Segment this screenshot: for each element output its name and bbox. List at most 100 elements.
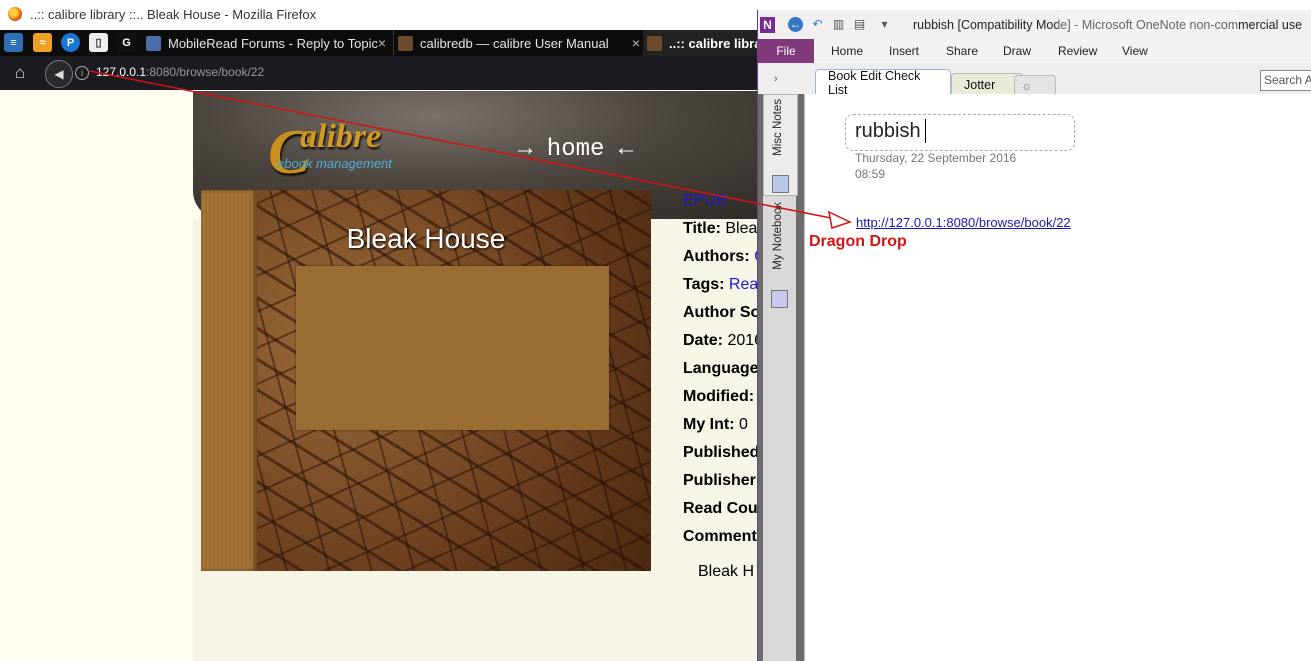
pinned-tab-rss[interactable]: ≈ bbox=[33, 33, 52, 52]
expand-navigation-icon[interactable]: › bbox=[774, 73, 778, 85]
notebook-icon bbox=[772, 175, 789, 193]
ribbon-tab-view[interactable]: View bbox=[1122, 44, 1148, 58]
back-button[interactable]: ◀ bbox=[45, 60, 73, 88]
onenote-logo-icon: N bbox=[760, 17, 775, 33]
pinned-tab-g[interactable]: G bbox=[117, 33, 136, 52]
tab-mobileread[interactable]: MobileRead Forums - Reply to Topic × bbox=[144, 30, 392, 56]
new-section-icon[interactable]: ☼ bbox=[1014, 75, 1056, 95]
format-link[interactable]: EPUB bbox=[683, 192, 766, 220]
page-icon[interactable]: ▤ bbox=[852, 17, 867, 32]
tab-calibredb[interactable]: calibredb — calibre User Manual × bbox=[393, 30, 646, 56]
note-page[interactable]: rubbish Thursday, 22 September 2016 08:5… bbox=[804, 94, 1311, 661]
metadata-label: Publisher bbox=[683, 472, 756, 489]
metadata-value[interactable]: Rea bbox=[724, 276, 758, 293]
metadata-label: Date: bbox=[683, 332, 724, 349]
metadata-row: Title: Blea bbox=[683, 220, 766, 248]
metadata-label: Title: bbox=[683, 220, 721, 237]
metadata-label: Comment bbox=[683, 528, 757, 545]
undo-icon[interactable]: ↶ bbox=[810, 17, 825, 32]
cover-label-plate bbox=[296, 266, 609, 430]
ribbon-tab-home[interactable]: Home bbox=[831, 44, 863, 58]
metadata-row: My Int: 0 bbox=[683, 416, 766, 444]
section-tab-book-edit[interactable]: Book Edit Check List bbox=[815, 68, 951, 97]
notebook-my-notebook[interactable]: My Notebook bbox=[772, 202, 784, 270]
close-tab-icon[interactable]: × bbox=[632, 35, 640, 51]
page-time: 08:59 bbox=[855, 167, 886, 181]
calibre-logo-subtitle: ebook management bbox=[277, 156, 392, 171]
metadata-label: Tags: bbox=[683, 276, 725, 293]
close-tab-icon[interactable]: × bbox=[378, 35, 386, 51]
metadata-value: 0 bbox=[734, 416, 748, 433]
calibre-favicon-icon bbox=[647, 35, 662, 51]
onenote-titlebar: N ← ↶ ▥ ▤ ▾ rubbish [Compatibility Mode]… bbox=[758, 10, 1311, 39]
metadata-row: Date: 2016 bbox=[683, 332, 766, 360]
p-icon: P bbox=[66, 36, 75, 49]
metadata-row: Modified: bbox=[683, 388, 766, 416]
mobileread-favicon-icon bbox=[146, 35, 161, 51]
url-host: 127.0.0.1 bbox=[96, 65, 147, 79]
dragon-drop-label: Dragon Drop bbox=[809, 233, 907, 250]
book-cover[interactable]: Bleak House bbox=[201, 190, 651, 571]
ribbon-tabs: File Home Insert Share Draw Review View bbox=[758, 39, 1311, 64]
metadata-row: Read Cou bbox=[683, 500, 766, 528]
new-section-glyph: ☼ bbox=[1021, 78, 1033, 93]
ribbon-tab-share[interactable]: Share bbox=[946, 44, 978, 58]
g-icon: G bbox=[122, 36, 131, 49]
metadata-label: Published bbox=[683, 444, 760, 461]
url-bar[interactable]: 127.0.0.1:8080/browse/book/22 bbox=[96, 65, 264, 79]
ribbon-tab-draw[interactable]: Draw bbox=[1003, 44, 1031, 58]
book-metadata: EPUB Title: BleaAuthors: CTags: ReaAutho… bbox=[683, 192, 766, 556]
metadata-label: Authors: bbox=[683, 248, 750, 265]
section-tab-bar: › Book Edit Check List Jotter ☼ Search A… bbox=[758, 63, 1311, 97]
onenote-window: N ← ↶ ▥ ▤ ▾ rubbish [Compatibility Mode]… bbox=[757, 10, 1311, 661]
back-icon[interactable]: ← bbox=[788, 17, 803, 32]
firefox-logo-icon bbox=[8, 7, 22, 21]
url-path: :8080/browse/book/22 bbox=[146, 65, 265, 79]
section-tab-jotter[interactable]: Jotter bbox=[951, 73, 1023, 95]
notebook-misc-notes[interactable]: Misc Notes bbox=[763, 94, 798, 196]
firefox-nav-bar: ⌂ ◀ i 127.0.0.1:8080/browse/book/22 bbox=[0, 56, 760, 91]
metadata-label: Modified: bbox=[683, 388, 755, 405]
firefox-window-title: ..:: calibre library ::.. Bleak House - … bbox=[30, 7, 317, 22]
text-caret bbox=[925, 119, 926, 143]
home-link[interactable]: → home ← bbox=[518, 136, 633, 163]
tab-label: MobileRead Forums - Reply to Topic bbox=[168, 35, 379, 51]
page-title[interactable]: rubbish bbox=[855, 120, 921, 143]
rss-icon: ≈ bbox=[39, 36, 46, 49]
firefox-titlebar: ..:: calibre library ::.. Bleak House - … bbox=[0, 0, 760, 30]
note-hyperlink[interactable]: http://127.0.0.1:8080/browse/book/22 bbox=[856, 215, 1071, 230]
metadata-value: Blea bbox=[720, 220, 758, 237]
page-date: Thursday, 22 September 2016 bbox=[855, 151, 1017, 165]
pinned-tab-calibre[interactable]: ≡ bbox=[4, 33, 23, 52]
paper-icon: ▯ bbox=[95, 37, 102, 49]
back-arrow-icon: ◀ bbox=[54, 67, 64, 81]
calibre-favicon-icon bbox=[398, 35, 413, 51]
tab-calibre-library[interactable]: ..:: calibre library bbox=[643, 30, 764, 56]
metadata-row: Language bbox=[683, 360, 766, 388]
site-info-icon[interactable]: i bbox=[75, 66, 89, 80]
pinned-tab-paper[interactable]: ▯ bbox=[89, 33, 108, 52]
search-input[interactable]: Search All bbox=[1260, 70, 1311, 91]
ribbon-tab-review[interactable]: Review bbox=[1058, 44, 1097, 58]
home-icon[interactable]: ⌂ bbox=[10, 64, 30, 82]
metadata-row: Publisher bbox=[683, 472, 766, 500]
metadata-row: Authors: C bbox=[683, 248, 766, 276]
notebook-label: Misc Notes bbox=[772, 99, 784, 156]
metadata-label: Language bbox=[683, 360, 759, 377]
pinned-tab-p[interactable]: P bbox=[61, 33, 80, 52]
cover-title: Bleak House bbox=[346, 223, 506, 254]
section-tab-label: Book Edit Check List bbox=[828, 68, 921, 97]
customize-toolbar-icon[interactable]: ▾ bbox=[877, 17, 892, 32]
calibre-icon: ≡ bbox=[10, 36, 17, 49]
notebook-pane: Misc Notes My Notebook bbox=[758, 94, 804, 661]
ribbon-tab-insert[interactable]: Insert bbox=[889, 44, 919, 58]
quick-access-overlay bbox=[1058, 13, 1238, 31]
tab-label: ..:: calibre library bbox=[669, 35, 764, 51]
metadata-row: Comment bbox=[683, 528, 766, 556]
metadata-row: Author So bbox=[683, 304, 766, 332]
ribbon-tab-file[interactable]: File bbox=[758, 39, 814, 63]
notebook-icon bbox=[771, 290, 788, 308]
dock-icon[interactable]: ▥ bbox=[831, 17, 846, 32]
metadata-label: Author So bbox=[683, 304, 761, 321]
metadata-label: Read Cou bbox=[683, 500, 758, 517]
